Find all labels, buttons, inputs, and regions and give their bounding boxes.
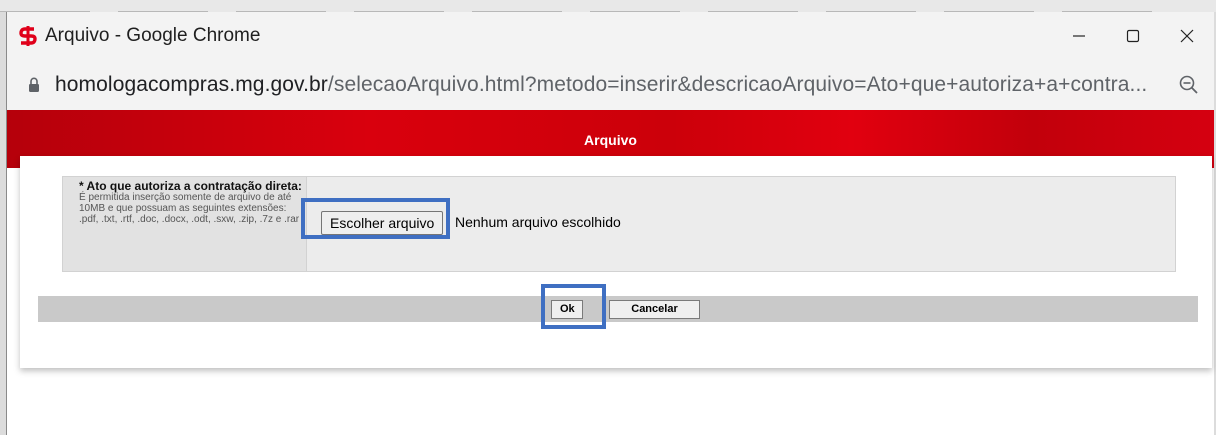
- url-host: homologacompras.mg.gov.br: [55, 73, 328, 96]
- minimize-button[interactable]: [1052, 12, 1106, 60]
- field-help-text: É permitida inserção somente de arquivo …: [79, 192, 305, 225]
- ok-button[interactable]: Ok: [551, 300, 583, 319]
- window-controls: [1052, 12, 1214, 60]
- background-page-strip: [0, 0, 1216, 12]
- sefaz-logo-icon: [17, 25, 39, 47]
- maximize-button[interactable]: [1106, 12, 1160, 60]
- action-bar: Ok Cancelar: [38, 296, 1198, 322]
- window-title: Arquivo - Google Chrome: [45, 25, 261, 46]
- lock-icon[interactable]: [27, 75, 41, 95]
- field-label-cell: * Ato que autoriza a contratação direta:…: [63, 177, 307, 271]
- address-bar[interactable]: homologacompras.mg.gov.br/selecaoArquivo…: [7, 60, 1214, 110]
- cancel-button[interactable]: Cancelar: [609, 300, 700, 319]
- zoom-out-icon[interactable]: [1178, 74, 1200, 101]
- minimize-icon: [1073, 35, 1085, 37]
- choose-file-button[interactable]: Escolher arquivo: [321, 211, 444, 235]
- url-path: /selecaoArquivo.html?metodo=inserir&desc…: [327, 73, 1148, 96]
- maximize-icon: [1126, 29, 1140, 43]
- file-upload-panel: * Ato que autoriza a contratação direta:…: [20, 156, 1212, 368]
- page-title: Arquivo: [584, 132, 637, 148]
- close-icon: [1180, 29, 1194, 43]
- field-label: * Ato que autoriza a contratação direta:: [79, 179, 302, 193]
- title-bar: Arquivo - Google Chrome: [7, 12, 1214, 60]
- file-field-row: * Ato que autoriza a contratação direta:…: [62, 176, 1176, 272]
- url-text[interactable]: homologacompras.mg.gov.br/selecaoArquivo…: [55, 73, 1147, 97]
- file-status-text: Nenhum arquivo escolhido: [455, 214, 621, 230]
- close-button[interactable]: [1160, 12, 1214, 60]
